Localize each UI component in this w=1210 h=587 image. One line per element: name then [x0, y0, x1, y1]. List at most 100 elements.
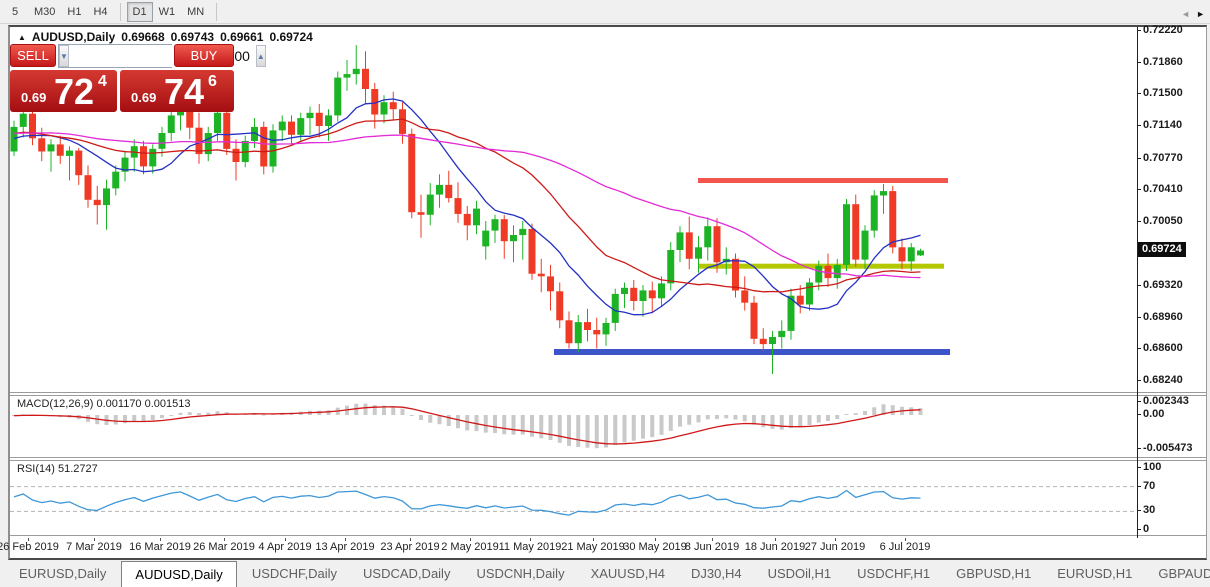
date-label: 7 Mar 2019 — [66, 541, 122, 553]
candle-body — [390, 102, 397, 109]
volume-decrease-icon[interactable]: ▼ — [59, 45, 69, 67]
ohlc-close: 0.69724 — [269, 30, 312, 44]
support-line[interactable] — [554, 349, 950, 355]
tab-dj30-h4[interactable]: DJ30,H4 — [678, 560, 755, 587]
macd-panel[interactable]: MACD(12,26,9) 0.001170 0.001513 0.002343… — [10, 396, 1205, 457]
tab-gbpusd-h1[interactable]: GBPUSD,H1 — [943, 560, 1044, 587]
price-tick-label: 0.68960 — [1143, 311, 1203, 323]
macd-histogram-bar — [854, 413, 858, 415]
macd-histogram-bar — [697, 415, 701, 422]
date-axis[interactable]: 26 Feb 20197 Mar 201916 Mar 201926 Mar 2… — [10, 538, 1206, 558]
macd-histogram-bar — [539, 415, 543, 438]
macd-histogram-bar — [179, 413, 183, 415]
macd-histogram-bar — [151, 415, 155, 420]
macd-histogram-bar — [715, 415, 719, 419]
resistance-line[interactable] — [698, 178, 948, 183]
tab-scroll-left-icon[interactable]: ◄ — [1181, 9, 1190, 19]
date-label: 2 May 2019 — [441, 541, 498, 553]
period-button-w1[interactable]: W1 — [153, 2, 182, 22]
macd-histogram-bar — [891, 405, 895, 415]
candle-body — [649, 290, 656, 298]
candle-body — [455, 198, 462, 214]
macd-histogram-bar — [872, 407, 876, 415]
volume-increase-icon[interactable]: ▲ — [256, 45, 266, 67]
rsi-tick-label: 0 — [1143, 523, 1205, 535]
sell-price-display: 0.69 72 4 — [10, 70, 117, 112]
tab-scroll-right-icon[interactable]: ► — [1196, 9, 1205, 19]
candle-body — [307, 113, 314, 118]
macd-histogram-bar — [567, 415, 571, 446]
candle-body — [260, 127, 267, 167]
candle-body — [880, 191, 887, 195]
candle-body — [464, 214, 471, 225]
macd-histogram-bar — [724, 415, 728, 418]
rsi-panel[interactable]: RSI(14) 51.2727 10070300 — [10, 461, 1205, 535]
candle-body — [427, 195, 434, 215]
tab-eurusd-daily[interactable]: EURUSD,Daily — [6, 560, 119, 587]
tab-gbpaud-h1[interactable]: GBPAUD,H1 — [1145, 560, 1210, 587]
timeframe-toolbar: 5M30H1H4 D1W1MN — [0, 0, 1210, 24]
price-chart-pane[interactable]: ▲ AUDUSD,Daily 0.69668 0.69743 0.69661 0… — [10, 27, 1205, 392]
candle-body — [843, 204, 850, 265]
tab-usdcnh-daily[interactable]: USDCNH,Daily — [463, 560, 577, 587]
tab-usdcad-daily[interactable]: USDCAD,Daily — [350, 560, 463, 587]
tab-xauusd-h4[interactable]: XAUUSD,H4 — [578, 560, 678, 587]
macd-histogram-bar — [743, 415, 747, 421]
tab-eurusd-h1[interactable]: EURUSD,H1 — [1044, 560, 1145, 587]
candle-body — [492, 219, 499, 230]
toolbar-separator — [216, 3, 217, 21]
price-tick-label: 0.71860 — [1143, 56, 1203, 68]
chart-window: ▲ AUDUSD,Daily 0.69668 0.69743 0.69661 0… — [8, 25, 1207, 560]
candle-body — [917, 251, 924, 256]
candle-body — [593, 330, 600, 334]
macd-histogram-bar — [641, 415, 645, 439]
macd-histogram-bar — [909, 407, 913, 415]
candle-body — [473, 209, 480, 226]
buy-price-pip: 6 — [208, 73, 217, 91]
macd-histogram-bar — [798, 415, 802, 427]
sell-button[interactable]: SELL — [10, 44, 56, 67]
period-button-d1[interactable]: D1 — [127, 2, 153, 22]
period-button-h4[interactable]: H4 — [87, 2, 113, 22]
macd-histogram-bar — [132, 415, 136, 422]
candle-body — [270, 130, 277, 166]
price-tick-label: 0.71500 — [1143, 87, 1203, 99]
macd-histogram-bar — [780, 415, 784, 430]
macd-histogram-bar — [142, 415, 146, 421]
candle-body — [362, 69, 369, 89]
macd-histogram-bar — [493, 415, 497, 433]
candle-body — [899, 247, 906, 261]
period-button-mn[interactable]: MN — [181, 2, 210, 22]
tab-usdoil-h1[interactable]: USDOil,H1 — [755, 560, 845, 587]
date-label: 6 Jul 2019 — [880, 541, 931, 553]
macd-histogram-bar — [327, 410, 331, 415]
macd-tick-label: 0.00 — [1143, 408, 1205, 420]
price-tick-label: 0.69320 — [1143, 279, 1203, 291]
candle-body — [112, 172, 119, 189]
macd-histogram-bar — [576, 415, 580, 447]
period-button-m30[interactable]: M30 — [28, 2, 61, 22]
macd-histogram-bar — [863, 411, 867, 415]
candle-body — [889, 191, 896, 247]
candle-body — [714, 226, 721, 262]
tab-usdchf-h1[interactable]: USDCHF,H1 — [844, 560, 943, 587]
price-tick-label: 0.70050 — [1143, 215, 1203, 227]
macd-histogram-bar — [613, 415, 617, 445]
rsi-tick-label: 70 — [1143, 480, 1205, 492]
date-label: 30 May 2019 — [623, 541, 687, 553]
candle-body — [233, 149, 240, 162]
one-click-collapse-icon[interactable]: ▲ — [18, 33, 26, 42]
macd-main-value: 0.001170 — [96, 398, 141, 410]
price-tick-label: 0.72220 — [1143, 24, 1203, 36]
macd-histogram-bar — [919, 408, 923, 415]
period-button-5[interactable]: 5 — [2, 2, 28, 22]
period-button-h1[interactable]: H1 — [61, 2, 87, 22]
buy-price-display: 0.69 74 6 — [120, 70, 234, 112]
tab-usdchf-daily[interactable]: USDCHF,Daily — [239, 560, 350, 587]
candle-body — [621, 288, 628, 294]
buy-button[interactable]: BUY — [174, 44, 234, 67]
macd-histogram-bar — [604, 415, 608, 448]
tab-audusd-daily[interactable]: AUDUSD,Daily — [121, 561, 236, 587]
candle-body — [196, 128, 203, 154]
candle-body — [871, 195, 878, 230]
